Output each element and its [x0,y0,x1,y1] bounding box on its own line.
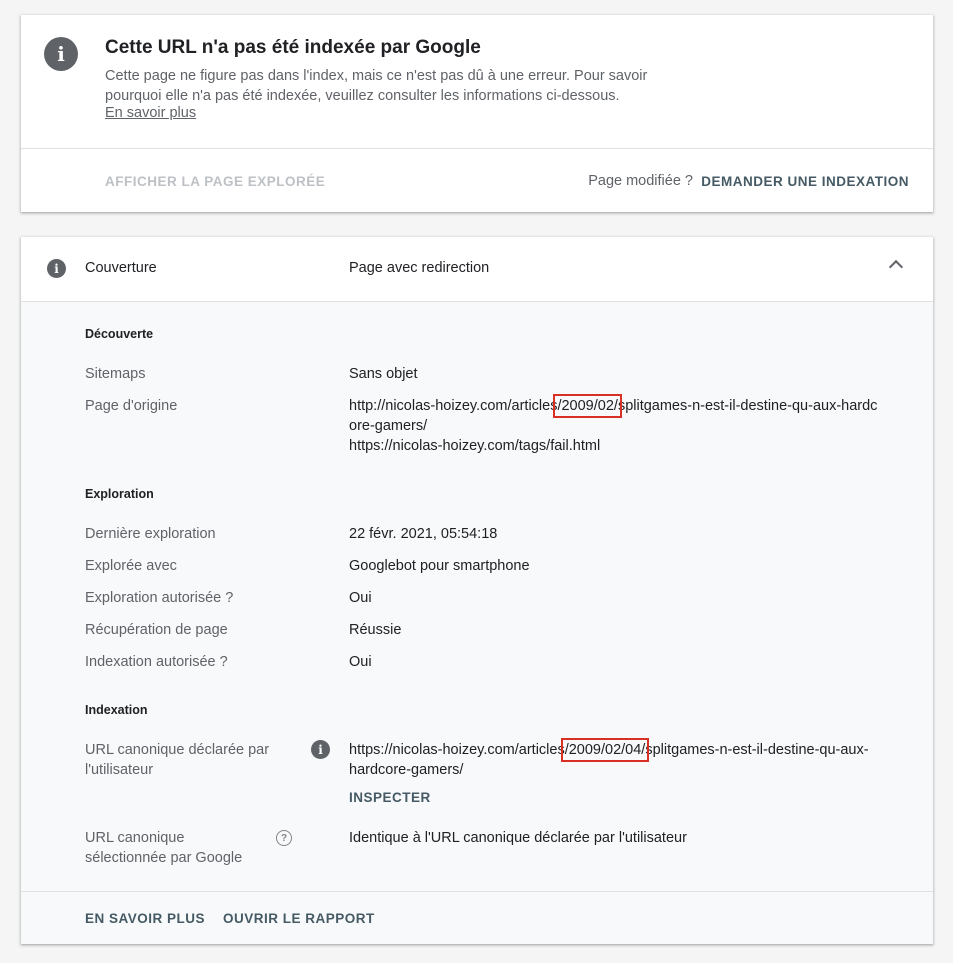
crawl-row-value: Réussie [349,622,402,638]
crawl-row-label: Dernière exploration [85,526,216,542]
coverage-card: i Couverture Page avec redirection Décou… [21,237,933,944]
crawl-row-label: Exploration autorisée ? [85,590,234,606]
highlighted-date: /2009/02/ [553,394,622,418]
inspect-button[interactable]: INSPECTER [349,790,431,805]
index-status-card: i Cette URL n'a pas été indexée par Goog… [21,15,933,212]
referring-url-part: ore-gamers/ [349,418,428,434]
info-icon: i [47,259,66,278]
referring-page-value: http://nicolas-hoizey.com/articles/2009/… [349,394,919,456]
label-line: URL canonique déclarée par [85,742,270,758]
canonical-url-part: hardcore-gamers/ [349,762,464,778]
crawl-row-value: 22 févr. 2021, 05:54:18 [349,526,498,542]
sitemaps-value: Sans objet [349,366,418,382]
info-icon: i [44,37,78,71]
referring-url-2: https://nicolas-hoizey.com/tags/fail.htm… [349,438,601,454]
info-icon[interactable]: i [311,740,330,759]
referring-url-part: http://nicolas-hoizey.com/articles [349,398,558,414]
crawl-row-label: Explorée avec [85,558,177,574]
referring-page-label: Page d'origine [85,398,178,414]
highlighted-date: /2009/02/04/ [560,738,650,762]
user-canonical-label: URL canonique déclarée par l'utilisateur [85,740,269,780]
canonical-url-part: splitgames-n-est-il-destine-qu-aux- [645,742,869,758]
user-canonical-value: https://nicolas-hoizey.com/articles/2009… [349,738,919,780]
page-modified-label: Page modifiée ? [588,173,693,189]
label-line: URL canonique [85,830,185,846]
open-report-button[interactable]: OUVRIR LE RAPPORT [223,911,375,926]
status-description: Cette page ne figure pas dans l'index, m… [105,68,648,104]
view-crawled-page-button[interactable]: AFFICHER LA PAGE EXPLORÉE [105,174,325,189]
crawl-row-value: Oui [349,590,372,606]
coverage-footer: EN SAVOIR PLUS OUVRIR LE RAPPORT [21,891,933,944]
section-title-discovery: Découverte [85,327,154,341]
request-indexing-button[interactable]: DEMANDER UNE INDEXATION [701,174,909,189]
crawl-row-value: Googlebot pour smartphone [349,558,530,574]
canonical-url-part: https://nicolas-hoizey.com/articles [349,742,565,758]
crawl-row-label: Récupération de page [85,622,228,638]
crawl-row-value: Oui [349,654,372,670]
help-icon[interactable]: ? [276,830,292,846]
chevron-up-icon[interactable] [888,259,904,275]
section-title-crawl: Exploration [85,487,154,501]
coverage-label: Couverture [85,260,157,276]
label-line: sélectionnée par Google [85,850,243,866]
section-title-indexing: Indexation [85,703,148,717]
learn-more-button[interactable]: EN SAVOIR PLUS [85,911,205,926]
coverage-header[interactable]: i Couverture Page avec redirection [21,237,933,302]
sitemaps-label: Sitemaps [85,366,146,382]
learn-more-link[interactable]: En savoir plus [105,105,196,121]
coverage-value: Page avec redirection [349,260,490,276]
google-canonical-label: URL canonique sélectionnée par Google [85,828,242,868]
divider [21,148,933,149]
crawl-row-label: Indexation autorisée ? [85,654,228,670]
status-title: Cette URL n'a pas été indexée par Google [105,37,481,58]
label-line: l'utilisateur [85,762,154,778]
google-canonical-value: Identique à l'URL canonique déclarée par… [349,830,687,846]
referring-url-part: splitgames-n-est-il-destine-qu-aux-hardc [617,398,878,414]
